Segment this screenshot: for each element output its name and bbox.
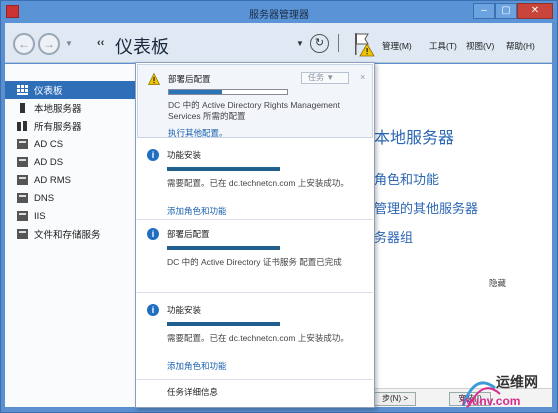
dashboard-icon bbox=[17, 85, 28, 95]
notification-title: 部署后配置 bbox=[167, 229, 210, 239]
task-dropdown[interactable]: 任务 ▼ bbox=[301, 72, 349, 84]
tile-link-server-group[interactable]: 务器组 bbox=[374, 227, 413, 246]
menu-tools[interactable]: 工具(T) bbox=[429, 40, 457, 52]
notification-item: 部署后配置 任务 ▼ × DC 中的 Active Directory Righ… bbox=[137, 64, 373, 138]
sidebar: 仪表板 本地服务器 所有服务器 AD CS AD DS AD RMS DNS I… bbox=[5, 64, 136, 407]
notification-title: 部署后配置 bbox=[168, 74, 211, 84]
notification-link[interactable]: 添加角色和功能 bbox=[167, 205, 227, 217]
notification-item: i 部署后配置 DC 中的 Active Directory 证书服务 配置已完… bbox=[137, 221, 373, 291]
next-button[interactable]: 步(N) > bbox=[374, 392, 416, 406]
hide-link[interactable]: 隐藏 bbox=[489, 277, 506, 289]
notification-text: 需要配置。已在 dc.technetcn.com 上安装成功。 bbox=[167, 178, 349, 188]
back-arrow-icon[interactable]: ← bbox=[13, 33, 35, 55]
sidebar-item-ad-ds[interactable]: AD DS bbox=[5, 153, 136, 171]
history-dropdown-icon[interactable]: ▼ bbox=[65, 39, 73, 48]
notification-title: 功能安装 bbox=[167, 150, 202, 160]
divider bbox=[137, 292, 373, 293]
close-button[interactable]: ✕ bbox=[517, 3, 553, 19]
sidebar-item-label: AD CS bbox=[34, 138, 64, 150]
notifications-popup: 部署后配置 任务 ▼ × DC 中的 Active Directory Righ… bbox=[135, 62, 375, 408]
adcs-icon bbox=[17, 139, 28, 149]
notification-item: i 功能安装 需要配置。已在 dc.technetcn.com 上安装成功。 添… bbox=[137, 142, 373, 218]
title-bar[interactable]: 服务器管理器 – ▢ ✕ bbox=[1, 1, 557, 23]
divider bbox=[137, 379, 373, 380]
tile-title[interactable]: 本地服务器 bbox=[374, 124, 454, 148]
watermark-url: iyunv.com bbox=[462, 394, 521, 408]
task-dropdown-label: 任务 bbox=[308, 73, 324, 82]
notification-title: 功能安装 bbox=[167, 305, 202, 315]
watermark-site-name: 运维网 bbox=[496, 374, 538, 390]
menu-manage[interactable]: 管理(M) bbox=[382, 40, 412, 52]
tile-link-other-servers[interactable]: 管理的其他服务器 bbox=[374, 198, 478, 217]
sidebar-item-all-servers[interactable]: 所有服务器 bbox=[5, 117, 136, 135]
info-icon: i bbox=[147, 149, 159, 161]
notification-flag-icon[interactable] bbox=[352, 31, 376, 57]
sidebar-item-label: 所有服务器 bbox=[34, 122, 82, 133]
sidebar-item-label: IIS bbox=[34, 210, 46, 222]
sidebar-item-dashboard[interactable]: 仪表板 bbox=[5, 81, 136, 99]
menu-view[interactable]: 视图(V) bbox=[466, 40, 494, 52]
iis-icon bbox=[17, 211, 28, 221]
sidebar-item-local-server[interactable]: 本地服务器 bbox=[5, 99, 136, 117]
sidebar-item-dns[interactable]: DNS bbox=[5, 189, 136, 207]
notification-text: 需要配置。已在 dc.technetcn.com 上安装成功。 bbox=[167, 333, 349, 343]
toolbar-divider bbox=[338, 34, 339, 52]
progress-fill bbox=[169, 90, 223, 94]
notification-text: DC 中的 Active Directory 证书服务 配置已完成 bbox=[167, 257, 342, 267]
adds-icon bbox=[17, 157, 28, 167]
tile-link-roles[interactable]: 角色和功能 bbox=[374, 169, 439, 188]
page-title: 仪表板 bbox=[115, 37, 169, 57]
dns-icon bbox=[17, 193, 28, 203]
sidebar-item-label: AD RMS bbox=[34, 174, 71, 186]
menu-help[interactable]: 帮助(H) bbox=[506, 40, 535, 52]
local-server-tile bbox=[367, 94, 542, 284]
sidebar-item-ad-rms[interactable]: AD RMS bbox=[5, 171, 136, 189]
refresh-icon[interactable]: ↻ bbox=[310, 34, 329, 53]
progress-bar bbox=[167, 246, 280, 250]
notification-link[interactable]: 执行其他配置。 bbox=[168, 127, 228, 139]
storage-icon bbox=[17, 229, 28, 239]
progress-bar bbox=[168, 89, 288, 95]
sidebar-item-label: DNS bbox=[34, 192, 55, 204]
minimize-button[interactable]: – bbox=[473, 3, 495, 19]
info-icon: i bbox=[147, 304, 159, 316]
notifications-dropdown-icon[interactable]: ▼ bbox=[296, 39, 304, 48]
sidebar-item-file-storage[interactable]: 文件和存储服务 bbox=[5, 225, 136, 243]
sidebar-item-label: AD DS bbox=[34, 156, 64, 168]
info-icon: i bbox=[147, 228, 159, 240]
maximize-button[interactable]: ▢ bbox=[495, 3, 517, 19]
forward-arrow-icon[interactable]: → bbox=[38, 33, 60, 55]
server-icon bbox=[20, 103, 25, 113]
notification-item: i 功能安装 需要配置。已在 dc.technetcn.com 上安装成功。 添… bbox=[137, 295, 373, 377]
notification-text: DC 中的 Active Directory Rights Management… bbox=[168, 100, 340, 121]
notification-link[interactable]: 添加角色和功能 bbox=[167, 360, 227, 372]
sidebar-item-label: 文件和存储服务 bbox=[34, 230, 101, 241]
progress-bar bbox=[167, 322, 280, 326]
window-controls: – ▢ ✕ bbox=[473, 3, 553, 19]
progress-bar bbox=[167, 167, 280, 171]
toolbar: ← → ▼ ‹‹ 仪表板 ▼ ↻ 管理(M) 工具(T) 视图(V) 帮助(H) bbox=[5, 23, 552, 63]
task-details-link[interactable]: 任务详细信息 bbox=[167, 386, 218, 398]
sidebar-item-iis[interactable]: IIS bbox=[5, 207, 136, 225]
close-icon[interactable]: × bbox=[360, 72, 365, 82]
adrms-icon bbox=[17, 175, 28, 185]
breadcrumb-separator: ‹‹ bbox=[97, 37, 105, 49]
sidebar-item-ad-cs[interactable]: AD CS bbox=[5, 135, 136, 153]
sidebar-item-label: 仪表板 bbox=[34, 86, 63, 97]
sidebar-item-label: 本地服务器 bbox=[34, 104, 82, 115]
divider bbox=[137, 219, 373, 220]
servers-icon bbox=[17, 121, 27, 131]
warning-icon bbox=[148, 73, 160, 85]
